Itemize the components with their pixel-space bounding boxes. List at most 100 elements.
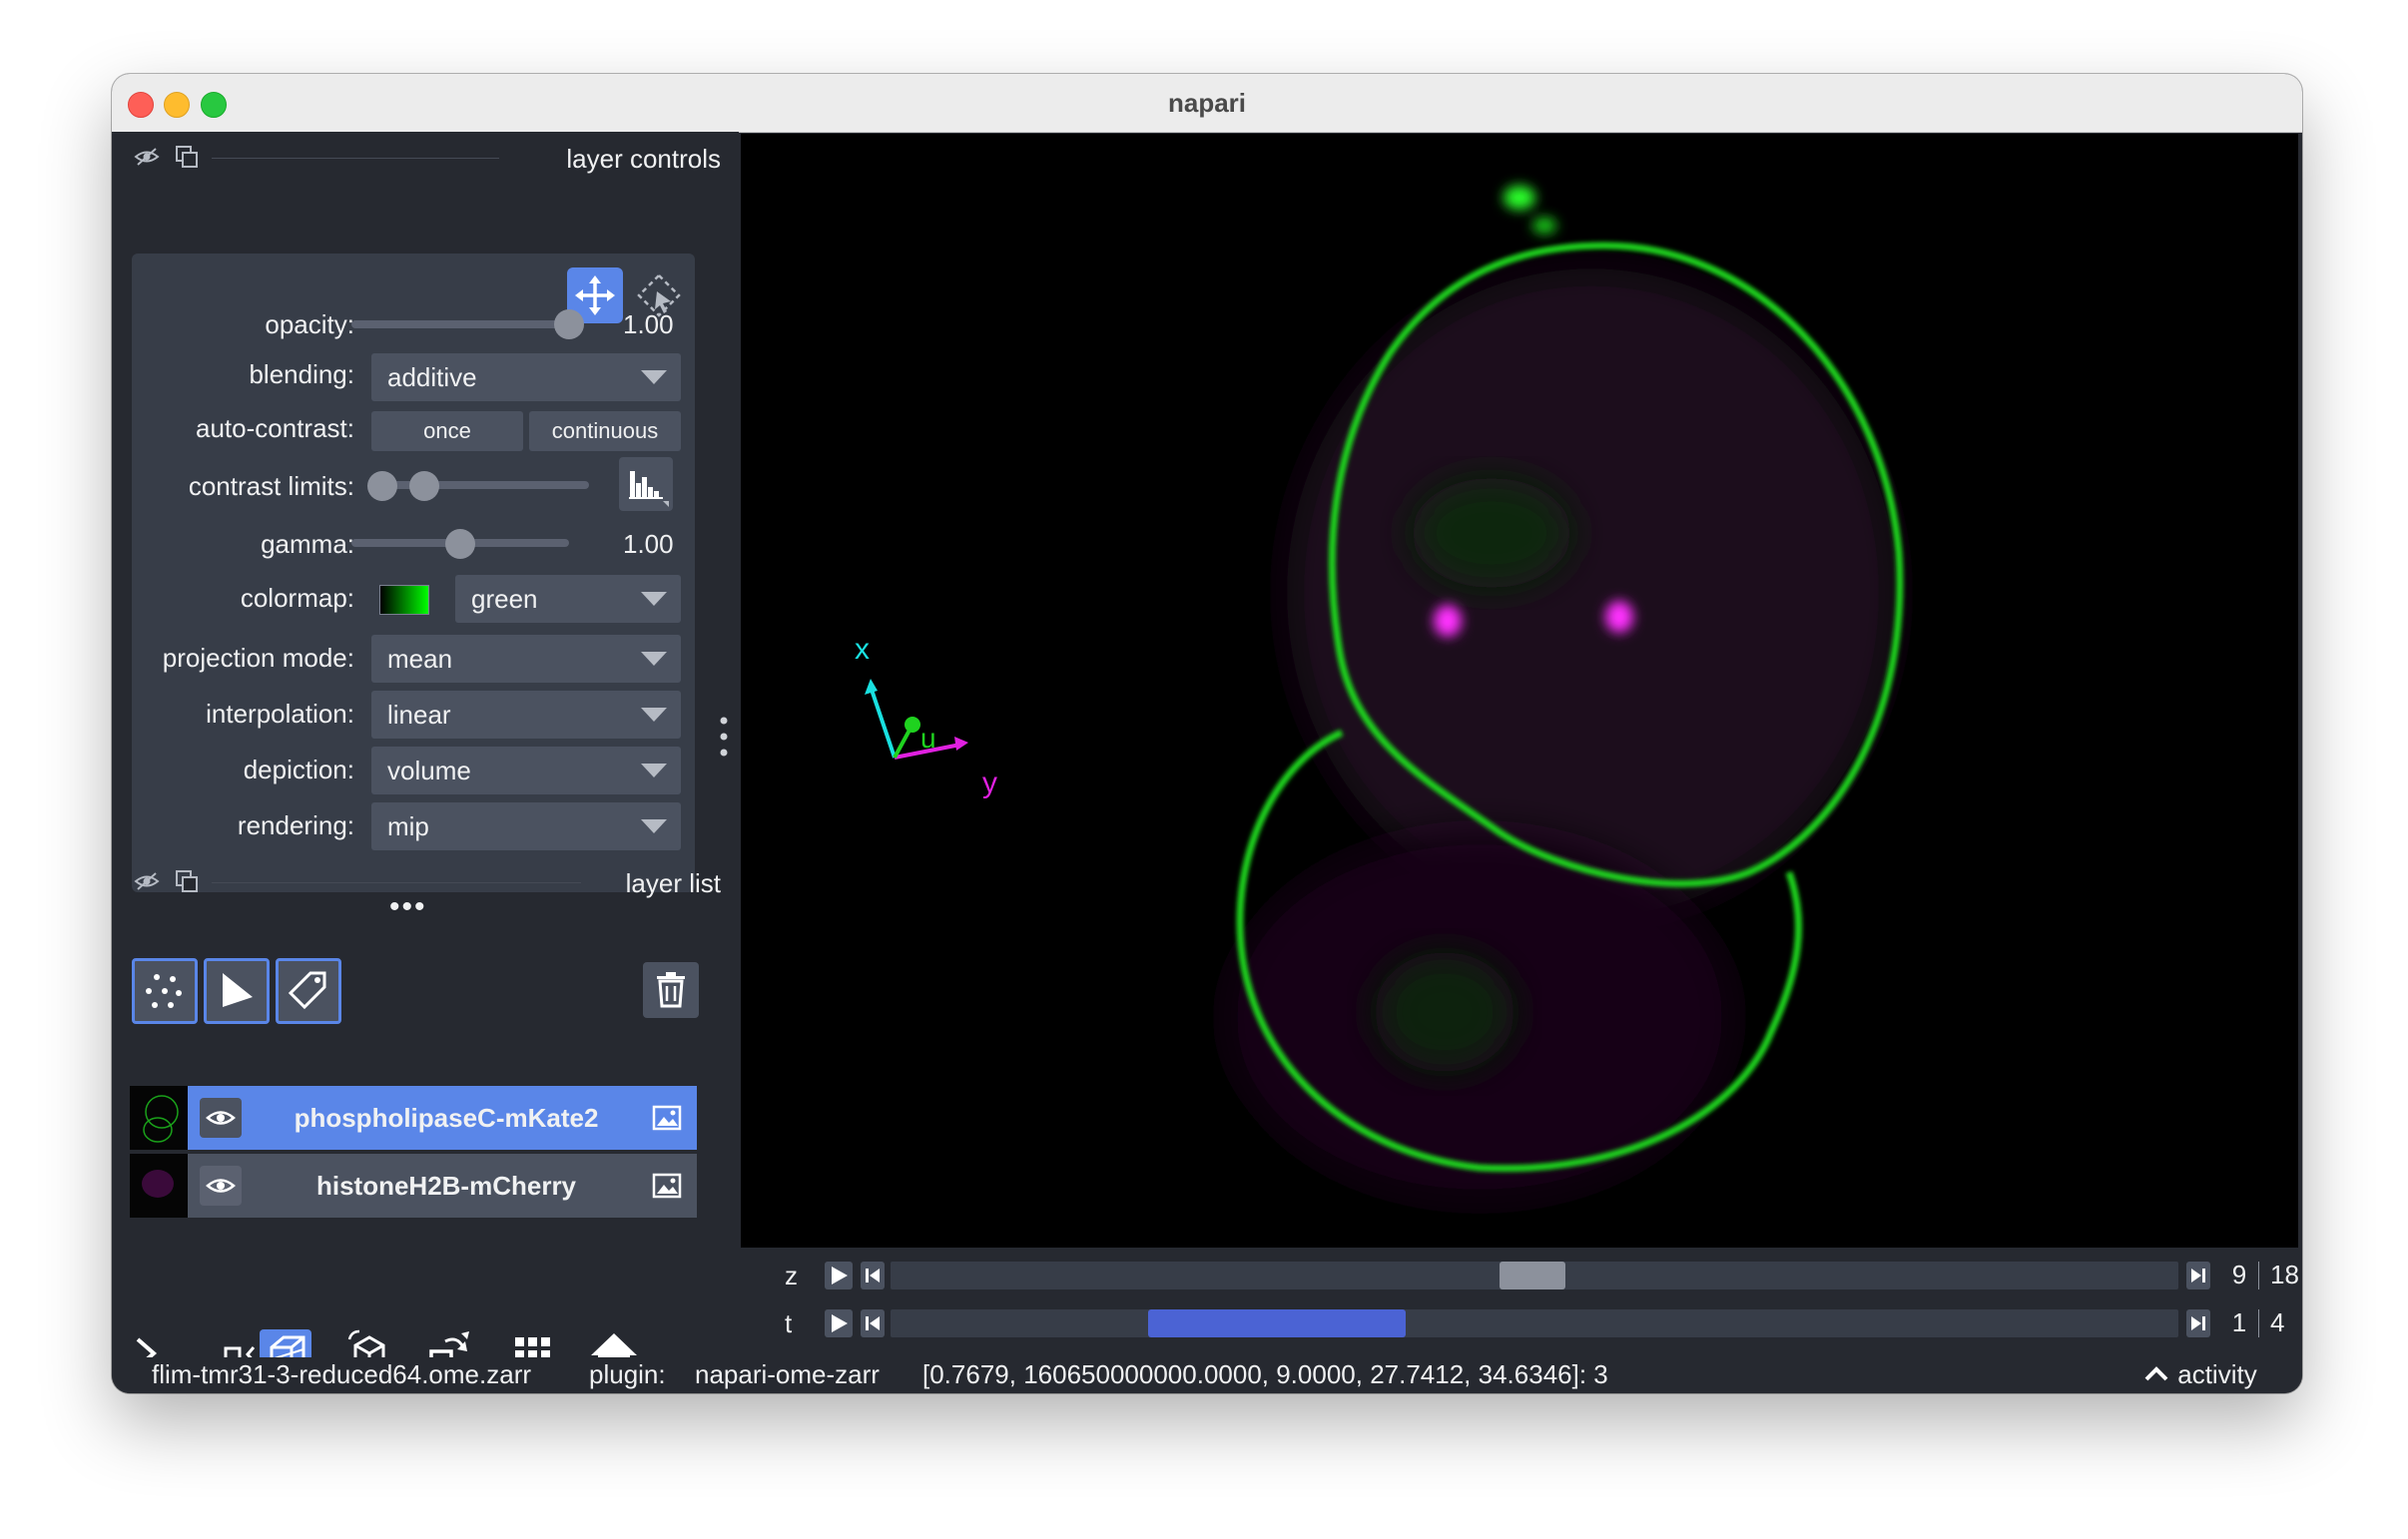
contrast-limits-slider-track[interactable]: [369, 481, 589, 489]
contrast-limits-low-handle[interactable]: [367, 471, 398, 501]
z-current-value[interactable]: 9: [2226, 1260, 2252, 1290]
status-coordinates: [0.7679, 160650000000.0000, 9.0000, 27.7…: [922, 1359, 1608, 1389]
rendering-label: rendering:: [237, 810, 354, 840]
delete-layer-button[interactable]: [643, 962, 699, 1018]
trash-icon: [657, 972, 685, 1008]
status-bar: flim-tmr31-3-reduced64.ome.zarr plugin: …: [112, 1357, 2302, 1393]
layer-controls-box: opacity: 1.00 blending: additive auto-co…: [132, 254, 695, 892]
t-slider-track[interactable]: [891, 1309, 2178, 1337]
opacity-slider-handle[interactable]: [554, 309, 584, 339]
layer-row-phospholipaseC[interactable]: phospholipaseC-mKate2: [130, 1086, 697, 1150]
gamma-value: 1.00: [623, 529, 674, 559]
hide-panel-eye-icon[interactable]: [134, 144, 160, 170]
t-current-value[interactable]: 1: [2226, 1307, 2252, 1338]
splitter-handle[interactable]: [719, 713, 729, 761]
title-bar: napari: [112, 74, 2302, 133]
shapes-icon: [223, 973, 253, 1007]
depiction-label: depiction:: [243, 755, 354, 784]
projection-mode-value: mean: [387, 644, 453, 674]
napari-window: napari layer controls opacity: 1.00 blen…: [112, 74, 2302, 1393]
interpolation-value: linear: [387, 700, 451, 730]
dims-sliders: z 9 18 t 1 4: [739, 1248, 2302, 1357]
new-labels-layer-button[interactable]: [276, 958, 341, 1024]
viewer-canvas[interactable]: x u y: [741, 134, 2298, 1250]
hide-panel-eye-icon[interactable]: [134, 868, 160, 894]
last-frame-button[interactable]: [2186, 1309, 2210, 1337]
layer-visibility-toggle[interactable]: [200, 1098, 242, 1138]
axes-widget: [865, 679, 968, 760]
depiction-dropdown[interactable]: volume: [371, 747, 681, 794]
play-icon: [832, 1314, 848, 1332]
first-frame-button[interactable]: [861, 1309, 885, 1337]
layer-name: phospholipaseC-mKate2: [294, 1103, 599, 1133]
vertical-dots-icon: [720, 717, 728, 757]
contrast-limits-high-handle[interactable]: [409, 471, 439, 501]
left-dock-panel: layer controls opacity: 1.00 blending: a…: [112, 132, 739, 1379]
chevron-up-icon: [2144, 1366, 2168, 1381]
chevron-down-icon: [641, 652, 667, 666]
layer-row-body[interactable]: phospholipaseC-mKate2: [188, 1086, 697, 1150]
blending-dropdown[interactable]: additive: [371, 353, 681, 401]
status-plugin-name: napari-ome-zarr: [695, 1359, 880, 1389]
layer-thumbnail: [130, 1086, 188, 1150]
histogram-icon: [629, 471, 669, 507]
activity-label: activity: [2177, 1359, 2257, 1389]
layer-list-header: layer list: [112, 860, 721, 904]
z-slider-track[interactable]: [891, 1262, 2178, 1289]
colormap-value: green: [471, 584, 538, 614]
dim-label: z: [785, 1261, 798, 1290]
dim-row-z: z 9 18: [739, 1256, 2302, 1295]
z-slider-thumb[interactable]: [1500, 1262, 1565, 1289]
image-layer-icon: [652, 1105, 682, 1131]
play-button[interactable]: [825, 1262, 853, 1289]
gamma-slider-handle[interactable]: [445, 529, 475, 559]
axis-x-label: x: [855, 633, 870, 666]
colormap-dropdown[interactable]: green: [455, 575, 681, 623]
rendering-dropdown[interactable]: mip: [371, 802, 681, 850]
auto-contrast-once-button[interactable]: once: [371, 411, 523, 451]
image-layer-icon: [652, 1173, 682, 1199]
layer-row-body[interactable]: histoneH2B-mCherry: [188, 1154, 697, 1218]
contrast-limits-label: contrast limits:: [188, 471, 354, 501]
colormap-swatch: [379, 585, 429, 615]
dim-row-t: t 1 4: [739, 1303, 2302, 1343]
header-divider: [212, 882, 581, 883]
float-panel-icon[interactable]: [174, 144, 200, 170]
axis-y-label: y: [982, 767, 997, 799]
layer-visibility-toggle[interactable]: [200, 1166, 242, 1206]
auto-contrast-continuous-button[interactable]: continuous: [529, 411, 681, 451]
header-divider: [212, 158, 499, 159]
float-panel-icon[interactable]: [174, 868, 200, 894]
projection-mode-dropdown[interactable]: mean: [371, 635, 681, 683]
new-shapes-layer-button[interactable]: [204, 958, 270, 1024]
chevron-down-icon: [641, 708, 667, 722]
projection-mode-label: projection mode:: [162, 643, 354, 673]
opacity-value: 1.00: [623, 309, 674, 339]
eye-icon: [206, 1111, 236, 1125]
t-slider-thumb[interactable]: [1148, 1309, 1406, 1337]
contrast-histogram-button[interactable]: [619, 457, 673, 511]
chevron-down-icon: [641, 819, 667, 833]
new-points-layer-button[interactable]: [132, 958, 198, 1024]
rendering-value: mip: [387, 811, 429, 841]
depiction-value: volume: [387, 756, 471, 785]
layer-list-title: layer list: [625, 868, 721, 898]
last-frame-button[interactable]: [2186, 1262, 2210, 1289]
status-file-name: flim-tmr31-3-reduced64.ome.zarr: [152, 1359, 532, 1389]
points-icon: [146, 974, 182, 1008]
skip-back-icon: [866, 1316, 880, 1330]
interpolation-dropdown[interactable]: linear: [371, 691, 681, 739]
play-button[interactable]: [825, 1309, 853, 1337]
opacity-label: opacity:: [265, 309, 354, 339]
interpolation-label: interpolation:: [206, 699, 354, 729]
tag-icon: [288, 971, 326, 1010]
layer-row-histoneH2B[interactable]: histoneH2B-mCherry: [130, 1154, 697, 1218]
play-icon: [832, 1267, 848, 1284]
dim-label: t: [785, 1308, 793, 1338]
layer-thumbnail: [130, 1154, 188, 1218]
first-frame-button[interactable]: [861, 1262, 885, 1289]
gamma-label: gamma:: [261, 529, 354, 559]
opacity-slider-track[interactable]: [351, 320, 569, 328]
activity-button[interactable]: activity: [2142, 1359, 2257, 1390]
layer-controls-title: layer controls: [566, 144, 721, 174]
